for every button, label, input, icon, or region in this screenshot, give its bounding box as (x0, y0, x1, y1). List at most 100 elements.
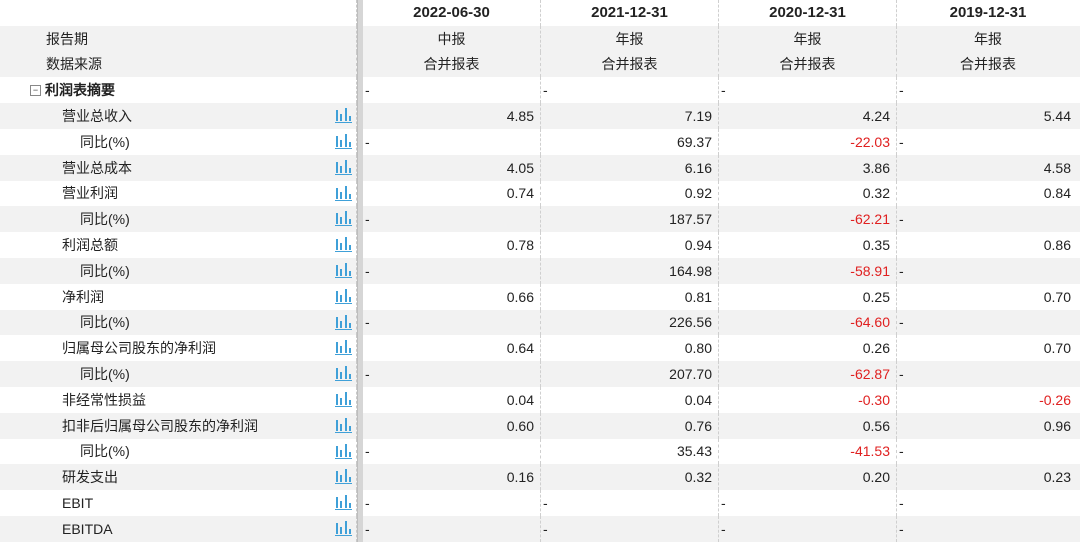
value-cell: - (363, 309, 541, 336)
row-label-text: 营业总收入 (62, 108, 132, 125)
row-label-text: 报告期 (46, 30, 88, 47)
row-label: 扣非后归属母公司股东的净利润 (0, 412, 357, 439)
table-row: 利润总额 0.78 0.94 0.35 0.86 (0, 232, 1080, 258)
value-cell: 0.60 (363, 412, 541, 439)
value-cell: 226.56 (541, 309, 719, 336)
value-cell: - (719, 77, 897, 104)
value-cell: - (899, 211, 904, 228)
bar-chart-icon[interactable] (335, 288, 352, 304)
row-label-text: 同比(%) (80, 314, 130, 331)
row-label: 利润总额 (0, 232, 357, 258)
value-cell: - (719, 490, 897, 516)
value-cell: 2020-12-31 (719, 0, 897, 26)
value-cell: 0.81 (541, 283, 719, 310)
table-row: 归属母公司股东的净利润 0.64 0.80 0.26 0.70 (0, 335, 1080, 362)
value-cell: 2021-12-31 (541, 0, 719, 26)
value-cell: - (899, 314, 904, 331)
row-label: − 利润表摘要 (0, 77, 357, 104)
bar-chart-icon[interactable] (335, 365, 352, 382)
value-cell: -0.26 (1039, 391, 1071, 408)
value-cell: - (363, 206, 541, 233)
row-label: 同比(%) (0, 258, 357, 284)
row-label-text: 非经常性损益 (62, 391, 146, 408)
value-cell: 0.84 (1043, 185, 1071, 202)
value-cell: 2022-06-30 (363, 0, 541, 26)
value-cell: -58.91 (719, 258, 897, 284)
table-row: 非经常性损益 0.04 0.04 -0.30 -0.26 (0, 387, 1080, 413)
bar-chart-icon[interactable] (335, 417, 352, 433)
table-row: 同比(%) -187.57 -62.21- (0, 206, 1080, 233)
bar-chart-icon[interactable] (335, 262, 352, 278)
row-label-text: 利润总额 (62, 237, 118, 254)
bar-chart-icon[interactable] (335, 339, 352, 356)
value-cell: 0.56 (719, 412, 897, 439)
value-cell: 0.76 (541, 412, 719, 439)
row-label: 研发支出 (0, 464, 357, 491)
row-label: 同比(%) (0, 438, 357, 465)
value-cell: 4.24 (719, 103, 897, 129)
value-cell: - (363, 129, 541, 155)
collapse-minus-icon[interactable]: − (30, 84, 41, 96)
row-label-text: EBIT (62, 495, 94, 512)
bar-chart-icon[interactable] (335, 468, 352, 485)
value-cell: 合并报表 (960, 56, 1016, 73)
bar-chart-icon[interactable] (335, 185, 352, 201)
row-label-text: EBITDA (62, 520, 113, 537)
bar-chart-icon[interactable] (335, 133, 352, 149)
row-label-text: 扣非后归属母公司股东的净利润 (62, 417, 258, 434)
table-row: 营业总成本 4.05 6.16 3.86 4.58 (0, 154, 1080, 181)
table-row: 营业利润 0.74 0.92 0.32 0.84 (0, 180, 1080, 207)
value-cell: - (541, 490, 719, 516)
bar-chart-icon[interactable] (335, 391, 352, 407)
table-row: 营业总收入 4.85 7.19 4.24 5.44 (0, 103, 1080, 129)
row-label-text: 归属母公司股东的净利润 (62, 340, 216, 357)
bar-chart-icon[interactable] (335, 236, 352, 253)
row-label-text: 同比(%) (80, 443, 130, 460)
table-row: 同比(%) -164.98 -58.91- (0, 258, 1080, 284)
row-label: 营业总成本 (0, 154, 357, 181)
bar-chart-icon[interactable] (335, 520, 352, 536)
value-cell: - (899, 520, 904, 537)
value-cell: 7.19 (541, 103, 719, 129)
bar-chart-icon[interactable] (335, 494, 352, 511)
value-cell: 0.26 (719, 335, 897, 362)
value-cell: 合并报表 (719, 51, 897, 78)
bar-chart-icon[interactable] (335, 210, 352, 227)
value-cell: 中报 (363, 25, 541, 52)
table-row: 同比(%) -35.43 -41.53- (0, 438, 1080, 465)
table-row: 同比(%) -69.37 -22.03- (0, 129, 1080, 155)
header-data-source-row: 数据来源 合并报表 合并报表 合并报表 合并报表 (0, 51, 1080, 78)
value-cell: - (899, 366, 904, 383)
row-label: 同比(%) (0, 361, 357, 387)
value-cell: 0.92 (541, 180, 719, 207)
bar-chart-icon[interactable] (335, 159, 352, 175)
row-label: 营业总收入 (0, 103, 357, 129)
value-cell: -62.87 (719, 361, 897, 387)
row-label (0, 0, 357, 26)
value-cell: -22.03 (719, 129, 897, 155)
value-cell: 0.25 (719, 283, 897, 310)
row-label: 同比(%) (0, 206, 357, 233)
value-cell: 35.43 (541, 438, 719, 465)
row-label-text: 数据来源 (46, 56, 102, 73)
value-cell: 0.23 (1043, 469, 1071, 486)
value-cell: 2019-12-31 (949, 4, 1027, 22)
row-label-text: 同比(%) (80, 211, 130, 228)
table-row: 研发支出 0.16 0.32 0.20 0.23 (0, 464, 1080, 491)
table-row: 同比(%) -207.70 -62.87- (0, 361, 1080, 387)
bar-chart-icon[interactable] (335, 314, 352, 330)
row-label: 营业利润 (0, 180, 357, 207)
value-cell: 0.80 (541, 335, 719, 362)
row-label-text: 营业总成本 (62, 159, 132, 176)
value-cell: 0.04 (541, 387, 719, 413)
bar-chart-icon[interactable] (335, 443, 352, 459)
bar-chart-icon[interactable] (335, 107, 352, 124)
financial-summary-table: 2022-06-30 2021-12-31 2020-12-31 2019-12-31… (0, 0, 1080, 550)
value-cell: - (541, 516, 719, 542)
value-cell: 4.85 (363, 103, 541, 129)
value-cell: 0.96 (1043, 417, 1071, 434)
row-label: 报告期 (0, 25, 357, 52)
value-cell: - (899, 262, 904, 279)
table-row: EBITDA - - - - (0, 516, 1080, 542)
value-cell: - (363, 516, 541, 542)
